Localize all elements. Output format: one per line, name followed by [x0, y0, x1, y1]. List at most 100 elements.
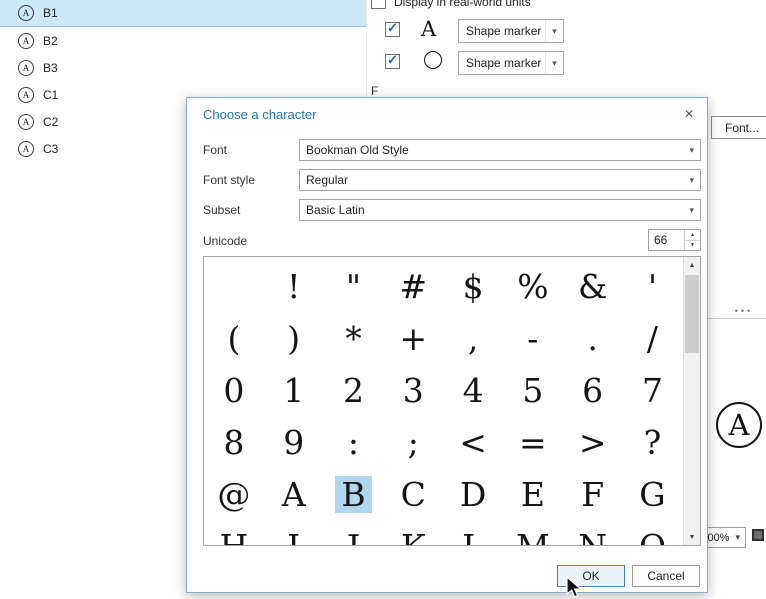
- char-glyph: 5: [522, 374, 543, 407]
- char-cell[interactable]: I: [264, 520, 324, 546]
- char-cell[interactable]: :: [324, 416, 384, 468]
- char-cell[interactable]: D: [443, 468, 503, 520]
- char-cell[interactable]: <: [443, 416, 503, 468]
- char-cell[interactable]: !: [264, 260, 324, 312]
- spin-up-icon[interactable]: ▲: [685, 230, 700, 241]
- font-style-select-value: Regular: [306, 173, 348, 187]
- font-style-label: Font style: [203, 173, 255, 187]
- char-cell[interactable]: 5: [503, 364, 563, 416]
- scroll-up-icon[interactable]: ▲: [684, 257, 700, 273]
- char-cell[interactable]: F: [563, 468, 623, 520]
- char-cell[interactable]: 9: [264, 416, 324, 468]
- char-cell[interactable]: ": [324, 260, 384, 312]
- char-cell[interactable]: ): [264, 312, 324, 364]
- char-cell[interactable]: ,: [443, 312, 503, 364]
- char-cell[interactable]: K: [383, 520, 443, 546]
- char-cell[interactable]: [204, 260, 264, 312]
- preview-options-icon[interactable]: [752, 529, 764, 541]
- char-cell[interactable]: ': [623, 260, 683, 312]
- cancel-button[interactable]: Cancel: [632, 565, 700, 587]
- font-style-select[interactable]: Regular ▾: [299, 169, 701, 191]
- list-item-label: C1: [43, 88, 58, 102]
- marker-checkbox[interactable]: ✓: [385, 22, 400, 37]
- list-item-label: B3: [43, 61, 58, 75]
- scrollbar-thumb[interactable]: [685, 275, 699, 353]
- font-button[interactable]: Font...: [711, 116, 766, 139]
- char-cell[interactable]: #: [383, 260, 443, 312]
- scroll-down-icon[interactable]: ▼: [684, 529, 700, 545]
- char-cell[interactable]: =: [503, 416, 563, 468]
- char-cell-selected[interactable]: B: [324, 468, 384, 520]
- char-glyph: >: [579, 426, 607, 459]
- char-cell[interactable]: ?: [623, 416, 683, 468]
- char-cell[interactable]: (: [204, 312, 264, 364]
- char-cell[interactable]: +: [383, 312, 443, 364]
- char-cell[interactable]: 1: [264, 364, 324, 416]
- char-cell[interactable]: %: [503, 260, 563, 312]
- char-glyph: ": [346, 270, 361, 303]
- shape-marker-row: ✓: [385, 54, 400, 69]
- char-cell[interactable]: $: [443, 260, 503, 312]
- char-cell[interactable]: @: [204, 468, 264, 520]
- char-glyph: G: [639, 478, 665, 511]
- char-cell[interactable]: J: [324, 520, 384, 546]
- char-cell[interactable]: -: [503, 312, 563, 364]
- chevron-down-icon: ▾: [545, 52, 563, 74]
- char-cell[interactable]: E: [503, 468, 563, 520]
- char-cell[interactable]: *: [324, 312, 384, 364]
- symbol-preview: A: [716, 402, 762, 448]
- unicode-value: 66: [649, 230, 684, 250]
- list-item[interactable]: A B3: [0, 54, 366, 81]
- char-cell[interactable]: 6: [563, 364, 623, 416]
- char-cell[interactable]: 4: [443, 364, 503, 416]
- list-item[interactable]: A B2: [0, 27, 366, 54]
- display-real-world-checkbox[interactable]: [371, 0, 386, 9]
- char-cell[interactable]: 7: [623, 364, 683, 416]
- char-cell[interactable]: H: [204, 520, 264, 546]
- clipped-section-label: F: [371, 84, 378, 98]
- mouse-cursor: [566, 576, 584, 599]
- char-glyph: (: [227, 322, 240, 355]
- char-cell[interactable]: .: [563, 312, 623, 364]
- close-button[interactable]: ✕: [679, 104, 699, 124]
- char-cell[interactable]: L: [443, 520, 503, 546]
- font-select[interactable]: Bookman Old Style ▾: [299, 139, 701, 161]
- char-cell[interactable]: N: [563, 520, 623, 546]
- spin-down-icon[interactable]: ▼: [685, 241, 700, 251]
- char-row: ! " # $ % & ': [204, 260, 683, 312]
- choose-character-dialog: Choose a character ✕ Font Bookman Old St…: [186, 97, 708, 593]
- char-glyph: 8: [223, 426, 244, 459]
- char-cell[interactable]: 2: [324, 364, 384, 416]
- char-glyph: /: [647, 322, 658, 355]
- char-cell[interactable]: O: [623, 520, 683, 546]
- panel-grip-icon[interactable]: •••: [722, 306, 766, 316]
- char-glyph: J: [347, 530, 360, 547]
- font-select-value: Bookman Old Style: [306, 143, 409, 157]
- char-cell[interactable]: G: [623, 468, 683, 520]
- char-cell[interactable]: M: [503, 520, 563, 546]
- marker-checkbox[interactable]: ✓: [385, 54, 400, 69]
- char-cell[interactable]: 8: [204, 416, 264, 468]
- dropdown-value: Shape marker: [466, 56, 541, 70]
- shape-marker-dropdown[interactable]: Shape marker ▾: [458, 19, 564, 43]
- char-cell[interactable]: A: [264, 468, 324, 520]
- shape-marker-dropdown[interactable]: Shape marker ▾: [458, 51, 564, 75]
- char-cell[interactable]: C: [383, 468, 443, 520]
- char-cell[interactable]: >: [563, 416, 623, 468]
- character-grid-content: ! " # $ % & ' ( ) * + , - . /: [204, 260, 683, 546]
- unicode-label: Unicode: [203, 234, 247, 248]
- check-icon: ✓: [387, 20, 398, 36]
- annotation-glyph: A: [23, 63, 30, 73]
- marker-sample-letter: A: [421, 17, 436, 41]
- grid-scrollbar[interactable]: ▲ ▼: [683, 257, 700, 545]
- list-item[interactable]: A B1: [0, 0, 366, 27]
- unicode-input[interactable]: 66 ▲ ▼: [648, 229, 701, 251]
- char-cell[interactable]: 0: [204, 364, 264, 416]
- char-cell[interactable]: 3: [383, 364, 443, 416]
- char-glyph: 1: [283, 374, 304, 407]
- char-cell[interactable]: &: [563, 260, 623, 312]
- char-glyph: *: [345, 322, 362, 355]
- char-cell[interactable]: ;: [383, 416, 443, 468]
- subset-select[interactable]: Basic Latin ▾: [299, 199, 701, 221]
- char-cell[interactable]: /: [623, 312, 683, 364]
